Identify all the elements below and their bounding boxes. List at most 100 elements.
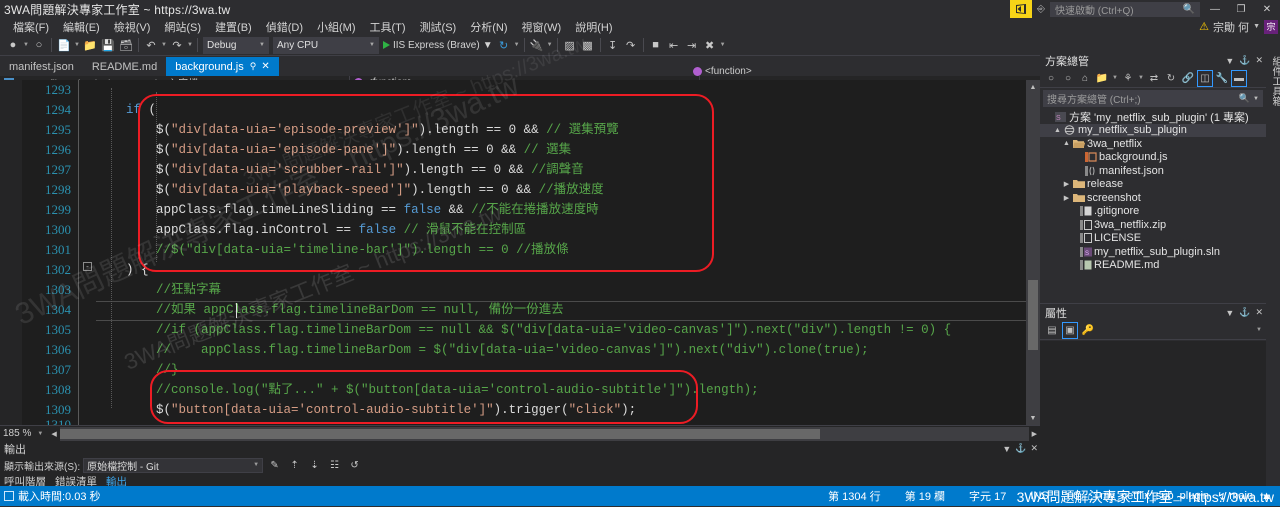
warning-icon[interactable]: ⚠ bbox=[1199, 20, 1209, 33]
menu-item-window[interactable]: 視窗(W) bbox=[515, 18, 569, 36]
twisty-icon[interactable]: ▶ bbox=[1061, 194, 1072, 202]
step-over-icon[interactable]: ↷ bbox=[622, 36, 640, 55]
hscroll-thumb[interactable] bbox=[60, 429, 820, 439]
pin-tab-icon[interactable]: ⚲ bbox=[250, 61, 257, 72]
tree-item-folder-3wa-netflix[interactable]: ▲ 3wa_netflix bbox=[1040, 137, 1266, 151]
tree-item-project[interactable]: ▲ my_netflix_sub_plugin bbox=[1040, 124, 1266, 138]
pin-icon[interactable]: ⚓ bbox=[1239, 307, 1250, 318]
pin-icon[interactable]: ⚓ bbox=[1239, 55, 1250, 66]
chevron-down-icon[interactable]: ▼ bbox=[1137, 75, 1145, 81]
editor-text-area[interactable]: if ( $("div[data-uia='episode-preview']"… bbox=[96, 80, 1026, 425]
go-to-previous-message-icon[interactable]: ⇡ bbox=[286, 457, 303, 473]
clear-bookmarks-icon[interactable]: ✖ bbox=[701, 36, 719, 55]
properties-key-icon[interactable]: 🔑 bbox=[1080, 322, 1096, 339]
bookmark-icon[interactable]: ■ bbox=[647, 36, 665, 55]
menu-item-help[interactable]: 說明(H) bbox=[568, 18, 619, 36]
alphabetical-view-icon[interactable]: ▣ bbox=[1062, 322, 1078, 339]
chevron-down-icon[interactable]: ▼ bbox=[1002, 444, 1011, 454]
menu-item-test[interactable]: 測試(S) bbox=[413, 18, 464, 36]
properties-icon[interactable]: 🔧 bbox=[1214, 70, 1230, 87]
uncomment-selection-icon[interactable]: ▩ bbox=[579, 36, 597, 55]
tree-item-folder-release[interactable]: ▶ release bbox=[1040, 178, 1266, 192]
menu-item-website[interactable]: 網站(S) bbox=[157, 18, 208, 36]
save-all-icon[interactable]: 🗃 bbox=[117, 36, 135, 55]
tree-item-solution-file[interactable]: S my_netflix_sub_plugin.sln bbox=[1040, 245, 1266, 259]
chevron-down-icon[interactable]: ▼ bbox=[160, 42, 168, 48]
pin-icon[interactable]: ⚓ bbox=[1015, 443, 1026, 454]
editor-outlining-margin[interactable]: - bbox=[78, 80, 96, 425]
tab-readme-md[interactable]: README.md bbox=[83, 57, 166, 76]
chevron-down-icon[interactable]: ▼ bbox=[186, 42, 194, 48]
menu-item-view[interactable]: 檢視(V) bbox=[107, 18, 158, 36]
menu-item-build[interactable]: 建置(B) bbox=[208, 18, 259, 36]
pending-changes-filter-icon[interactable]: ⚘ bbox=[1120, 70, 1136, 87]
tree-item-gitignore[interactable]: .gitignore bbox=[1040, 205, 1266, 219]
collapse-all-icon[interactable]: ◫ bbox=[1197, 70, 1213, 87]
chevron-down-icon[interactable]: ▼ bbox=[513, 42, 521, 48]
next-bookmark-icon[interactable]: ⇥ bbox=[683, 36, 701, 55]
navigate-forward-icon[interactable]: ○ bbox=[1060, 70, 1076, 87]
home-icon[interactable]: ⌂ bbox=[1077, 70, 1093, 87]
navigate-backward-icon[interactable]: ○ bbox=[1043, 70, 1059, 87]
solution-tree[interactable]: S 方案 'my_netflix_sub_plugin' (1 專案) ▲ my… bbox=[1040, 109, 1266, 272]
go-to-next-message-icon[interactable]: ⇣ bbox=[306, 457, 323, 473]
twisty-icon[interactable]: ▶ bbox=[1061, 180, 1072, 188]
attach-process-icon[interactable]: 🔌 bbox=[528, 36, 546, 55]
close-tab-icon[interactable]: ✕ bbox=[261, 61, 269, 72]
sync-with-active-document-icon[interactable]: ⇄ bbox=[1146, 70, 1162, 87]
navbar-member-right-group[interactable]: <function> bbox=[693, 66, 752, 77]
menu-item-team[interactable]: 小組(M) bbox=[310, 18, 363, 36]
chevron-down-icon[interactable]: ▼ bbox=[1225, 56, 1234, 66]
close-icon[interactable]: ✕ bbox=[1030, 443, 1038, 454]
solution-configuration-dropdown[interactable]: Debug ▼ bbox=[203, 37, 269, 54]
chevron-down-icon[interactable]: ▼ bbox=[1111, 75, 1119, 81]
step-into-icon[interactable]: ↧ bbox=[604, 36, 622, 55]
comment-selection-icon[interactable]: ▨ bbox=[561, 36, 579, 55]
tree-item-solution[interactable]: S 方案 'my_netflix_sub_plugin' (1 專案) bbox=[1040, 110, 1266, 124]
solution-platform-dropdown[interactable]: Any CPU ▼ bbox=[273, 37, 379, 54]
tree-item-background-js[interactable]: background.js bbox=[1040, 151, 1266, 165]
minimize-button[interactable]: — bbox=[1202, 0, 1228, 18]
toggle-word-wrap-icon[interactable]: ↺ bbox=[346, 457, 363, 473]
start-debugging-button[interactable]: IIS Express (Brave) ▼ bbox=[381, 40, 495, 51]
switch-views-icon[interactable]: 📁 bbox=[1094, 70, 1110, 87]
scroll-up-icon[interactable]: ▲ bbox=[1026, 80, 1040, 94]
chevron-down-icon[interactable]: ▼ bbox=[1225, 308, 1234, 318]
user-account-name[interactable]: 宗勛 何 bbox=[1213, 19, 1249, 35]
menu-item-file[interactable]: 檔案(F) bbox=[6, 18, 56, 36]
previous-bookmark-icon[interactable]: ⇤ bbox=[665, 36, 683, 55]
menu-item-analyze[interactable]: 分析(N) bbox=[463, 18, 514, 36]
scroll-left-icon[interactable]: ◀ bbox=[48, 430, 59, 438]
editor-horizontal-scrollbar[interactable] bbox=[60, 427, 1029, 441]
close-button[interactable]: ✕ bbox=[1254, 0, 1280, 18]
scroll-down-icon[interactable]: ▼ bbox=[1026, 411, 1040, 425]
chevron-down-icon[interactable]: ▼ bbox=[1253, 96, 1259, 102]
avatar[interactable]: 宗 bbox=[1264, 20, 1278, 34]
collapse-region-icon[interactable]: - bbox=[83, 262, 92, 271]
chevron-down-icon[interactable]: ▼ bbox=[73, 42, 81, 48]
close-icon[interactable]: ✕ bbox=[1255, 55, 1263, 66]
navigate-backward-icon[interactable]: ● bbox=[4, 36, 22, 55]
menu-item-tools[interactable]: 工具(T) bbox=[363, 18, 413, 36]
output-source-dropdown[interactable]: 原始檔控制 - Git ▼ bbox=[83, 458, 263, 473]
tab-background-js[interactable]: background.js ⚲ ✕ bbox=[166, 57, 278, 76]
editor-scrollbar-thumb[interactable] bbox=[1028, 280, 1038, 350]
close-icon[interactable]: ✕ bbox=[1255, 307, 1263, 318]
chevron-down-icon[interactable]: ▼ bbox=[546, 42, 554, 48]
restore-button[interactable]: ❐ bbox=[1228, 0, 1254, 18]
preview-selected-items-icon[interactable]: ▬ bbox=[1231, 70, 1247, 87]
chevron-down-icon[interactable]: ▼ bbox=[22, 42, 30, 48]
editor-vertical-scrollbar[interactable]: ▲ ▼ bbox=[1026, 80, 1040, 425]
undo-icon[interactable]: ↶ bbox=[142, 36, 160, 55]
send-feedback-icon[interactable]: ⎆ bbox=[1032, 0, 1050, 18]
chevron-down-icon[interactable]: ▼ bbox=[1256, 327, 1262, 333]
tree-item-manifest-json[interactable]: manifest.json bbox=[1040, 164, 1266, 178]
menu-item-debug[interactable]: 偵錯(D) bbox=[259, 18, 310, 36]
toolbox-vertical-tab[interactable]: 組件工具箱 bbox=[1266, 52, 1280, 486]
find-message-icon[interactable]: ✎ bbox=[266, 457, 283, 473]
twisty-icon[interactable]: ▲ bbox=[1061, 140, 1072, 147]
categorized-view-icon[interactable]: ▤ bbox=[1044, 322, 1060, 339]
new-project-icon[interactable]: 📄 bbox=[55, 36, 73, 55]
toolbar-overflow-icon[interactable]: ▼ bbox=[719, 42, 727, 48]
redo-icon[interactable]: ↷ bbox=[168, 36, 186, 55]
